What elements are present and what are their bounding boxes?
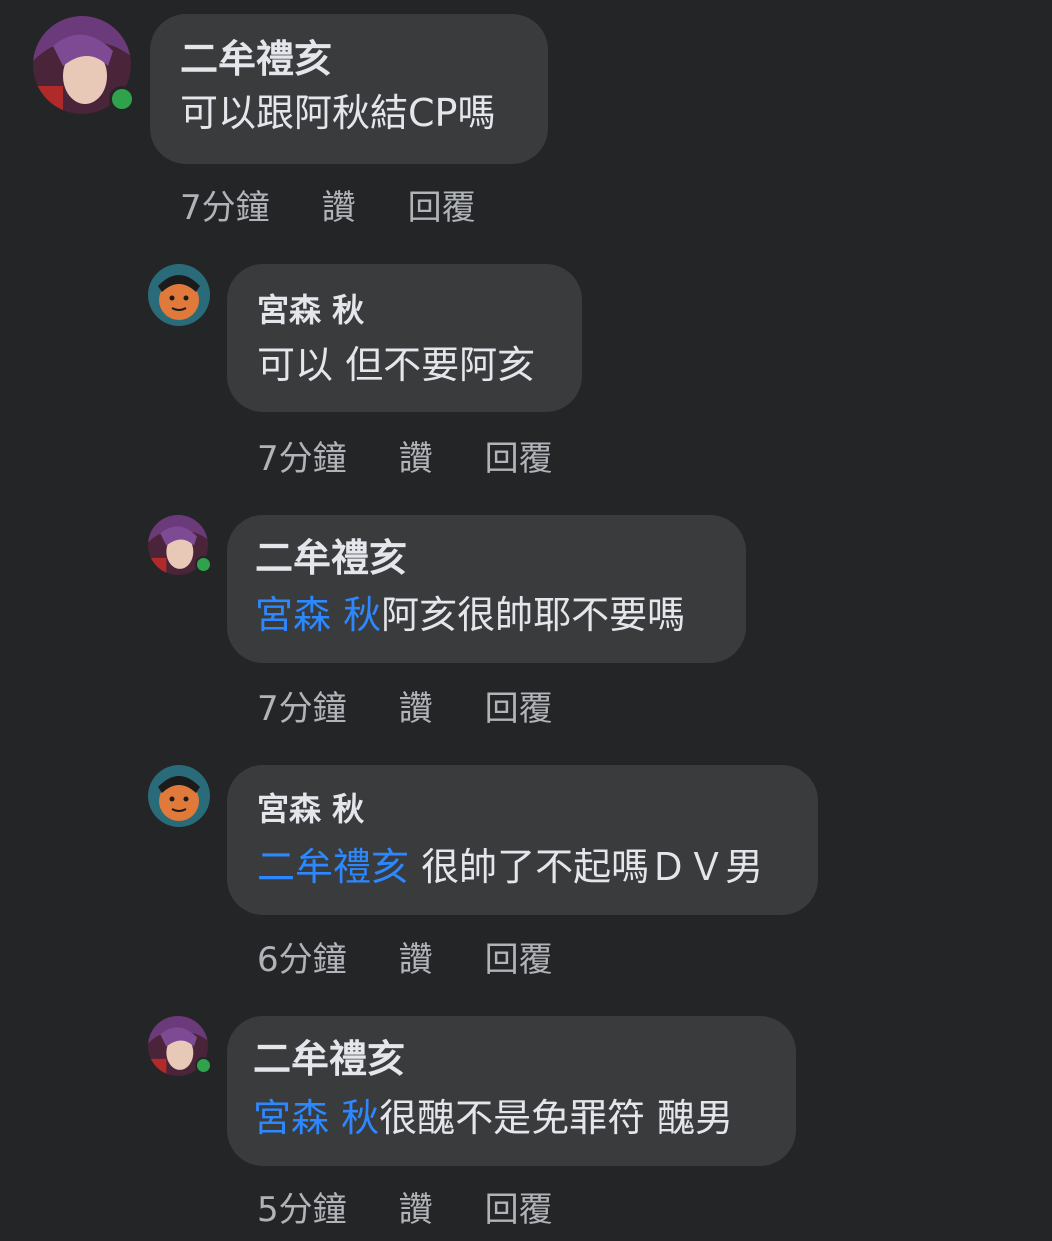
avatar[interactable] (148, 264, 210, 326)
reply-button[interactable]: 回覆 (408, 186, 476, 230)
comment-body: 可以 但不要阿亥 (257, 343, 536, 387)
avatar[interactable] (148, 765, 210, 827)
comment-text: 宮森 秋阿亥很帥耶不要嗎 (255, 589, 718, 641)
comment-actions: 7分鐘 讚 回覆 (180, 186, 476, 230)
comment-2: 宮森 秋 可以 但不要阿亥 7分鐘 讚 回覆 (0, 250, 1052, 500)
comment-author[interactable]: 二牟禮亥 (253, 1036, 770, 1082)
comment-body: 很醜不是免罪符 醜男 (379, 1096, 734, 1140)
reply-button[interactable]: 回覆 (485, 938, 553, 982)
orange-face-avatar-icon (148, 264, 210, 326)
comment-bubble: 宮森 秋 二牟禮亥 很帥了不起嗎ＤＶ男 (227, 765, 818, 915)
comment-actions: 7分鐘 讚 回覆 (257, 687, 553, 731)
comment-author[interactable]: 二牟禮亥 (180, 36, 518, 82)
reply-button[interactable]: 回覆 (485, 687, 553, 731)
avatar[interactable] (33, 16, 135, 114)
comment-body: 可以跟阿秋結CP嗎 (180, 91, 496, 135)
comment-timestamp[interactable]: 7分鐘 (257, 437, 347, 481)
comment-4: 宮森 秋 二牟禮亥 很帥了不起嗎ＤＶ男 6分鐘 讚 回覆 (0, 750, 1052, 1000)
like-button[interactable]: 讚 (399, 437, 433, 481)
comment-bubble: 二牟禮亥 宮森 秋阿亥很帥耶不要嗎 (227, 515, 746, 663)
comment-thread: { "comments": [ { "author": "二牟禮亥", "men… (0, 0, 1052, 1241)
mention-link[interactable]: 宮森 秋 (253, 1096, 379, 1140)
comment-timestamp[interactable]: 5分鐘 (257, 1188, 347, 1232)
online-status-icon (195, 556, 212, 573)
mention-link[interactable]: 二牟禮亥 (257, 845, 409, 889)
comment-timestamp[interactable]: 6分鐘 (257, 938, 347, 982)
comment-1: 二牟禮亥 可以跟阿秋結CP嗎 7分鐘 讚 回覆 (0, 0, 1052, 250)
comment-actions: 7分鐘 讚 回覆 (257, 437, 553, 481)
like-button[interactable]: 讚 (399, 938, 433, 982)
comment-text: 可以跟阿秋結CP嗎 (180, 88, 518, 138)
comment-text: 可以 但不要阿亥 (257, 340, 552, 390)
comment-bubble: 宮森 秋 可以 但不要阿亥 (227, 264, 582, 412)
like-button[interactable]: 讚 (399, 1188, 433, 1232)
comment-text: 宮森 秋很醜不是免罪符 醜男 (253, 1092, 770, 1144)
avatar[interactable] (148, 515, 212, 575)
comment-actions: 5分鐘 讚 回覆 (257, 1188, 553, 1232)
comment-bubble: 二牟禮亥 宮森 秋很醜不是免罪符 醜男 (227, 1016, 796, 1166)
online-status-icon (109, 86, 135, 112)
comment-author[interactable]: 二牟禮亥 (255, 535, 718, 581)
comment-timestamp[interactable]: 7分鐘 (257, 687, 347, 731)
mention-link[interactable]: 宮森 秋 (255, 593, 381, 637)
avatar[interactable] (148, 1016, 212, 1076)
comment-author[interactable]: 宮森 秋 (257, 290, 552, 330)
online-status-icon (195, 1057, 212, 1074)
comment-bubble: 二牟禮亥 可以跟阿秋結CP嗎 (150, 14, 548, 164)
comment-author[interactable]: 宮森 秋 (257, 789, 788, 829)
comment-actions: 6分鐘 讚 回覆 (257, 938, 553, 982)
orange-face-avatar-icon (148, 765, 210, 827)
comment-body: 阿亥很帥耶不要嗎 (381, 593, 686, 637)
reply-button[interactable]: 回覆 (485, 1188, 553, 1232)
reply-button[interactable]: 回覆 (485, 437, 553, 481)
comment-body: 很帥了不起嗎ＤＶ男 (409, 845, 764, 889)
like-button[interactable]: 讚 (399, 687, 433, 731)
comment-text: 二牟禮亥 很帥了不起嗎ＤＶ男 (257, 841, 788, 893)
comment-3: 二牟禮亥 宮森 秋阿亥很帥耶不要嗎 7分鐘 讚 回覆 (0, 500, 1052, 750)
comment-5: 二牟禮亥 宮森 秋很醜不是免罪符 醜男 5分鐘 讚 回覆 (0, 1000, 1052, 1241)
like-button[interactable]: 讚 (322, 186, 356, 230)
comment-timestamp[interactable]: 7分鐘 (180, 186, 270, 230)
